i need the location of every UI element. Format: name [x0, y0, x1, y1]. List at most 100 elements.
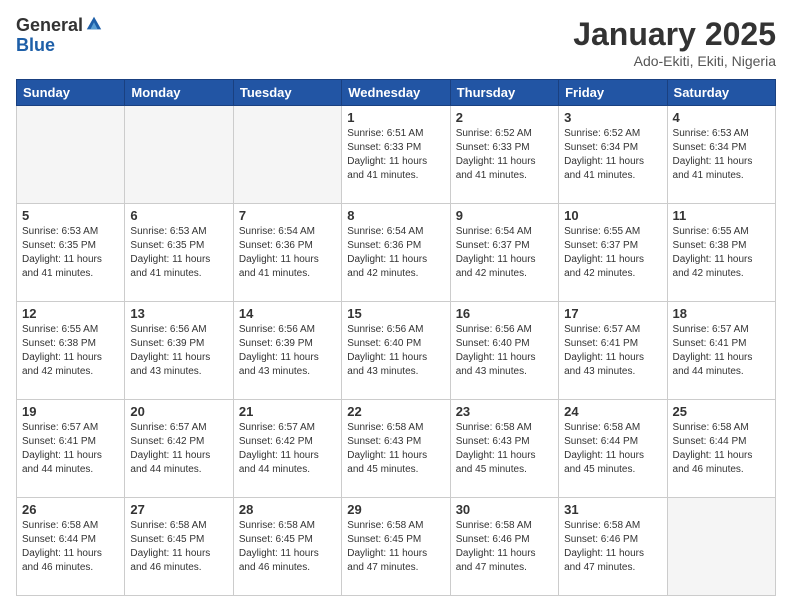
day-cell	[667, 498, 775, 596]
day-cell: 26 Sunrise: 6:58 AM Sunset: 6:44 PM Dayli…	[17, 498, 125, 596]
week-row-3: 12Sunrise: 6:55 AM Sunset: 6:38 PM Dayli…	[17, 302, 776, 400]
logo-text: General Blue	[16, 16, 103, 56]
page: General Blue January 2025 Ado-Ekiti, Eki…	[0, 0, 792, 612]
day-cell: 22 Sunrise: 6:58 AM Sunset: 6:43 PM Dayli…	[342, 400, 450, 498]
day-cell: 3 Sunrise: 6:52 AM Sunset: 6:34 PM Daylig…	[559, 106, 667, 204]
day-number: 30	[456, 502, 553, 517]
day-cell: 21 Sunrise: 6:57 AM Sunset: 6:42 PM Dayli…	[233, 400, 341, 498]
day-number: 15	[347, 306, 444, 321]
day-number: 16	[456, 306, 553, 321]
day-detail: Sunrise: 6:58 AM Sunset: 6:44 PM Dayligh…	[22, 519, 119, 575]
day-cell: 11 Sunrise: 6:55 AM Sunset: 6:38 PM Dayli…	[667, 204, 775, 302]
title-month: January 2025	[573, 16, 776, 53]
day-cell: 15 Sunrise: 6:56 AM Sunset: 6:40 PM Dayli…	[342, 302, 450, 400]
day-cell: 8Sunrise: 6:54 AM Sunset: 6:36 PM Daylig…	[342, 204, 450, 302]
day-detail: Sunrise: 6:54 AM Sunset: 6:36 PM Dayligh…	[239, 225, 336, 281]
day-cell: 1Sunrise: 6:51 AM Sunset: 6:33 PM Daylig…	[342, 106, 450, 204]
day-cell: 17Sunrise: 6:57 AM Sunset: 6:41 PM Dayli…	[559, 302, 667, 400]
day-detail: Sunrise: 6:58 AM Sunset: 6:45 PM Dayligh…	[239, 519, 336, 575]
day-number: 4	[673, 110, 770, 125]
day-detail: Sunrise: 6:57 AM Sunset: 6:41 PM Dayligh…	[22, 421, 119, 477]
col-tuesday: Tuesday	[233, 80, 341, 106]
day-detail: Sunrise: 6:57 AM Sunset: 6:41 PM Dayligh…	[564, 323, 661, 379]
day-number: 2	[456, 110, 553, 125]
header: General Blue January 2025 Ado-Ekiti, Eki…	[16, 16, 776, 69]
day-number: 12	[22, 306, 119, 321]
col-sunday: Sunday	[17, 80, 125, 106]
logo-blue: Blue	[16, 36, 103, 56]
day-number: 3	[564, 110, 661, 125]
day-detail: Sunrise: 6:58 AM Sunset: 6:43 PM Dayligh…	[347, 421, 444, 477]
day-cell: 6 Sunrise: 6:53 AM Sunset: 6:35 PM Daylig…	[125, 204, 233, 302]
day-detail: Sunrise: 6:53 AM Sunset: 6:35 PM Dayligh…	[130, 225, 227, 281]
day-cell: 9 Sunrise: 6:54 AM Sunset: 6:37 PM Daylig…	[450, 204, 558, 302]
day-cell: 7 Sunrise: 6:54 AM Sunset: 6:36 PM Daylig…	[233, 204, 341, 302]
day-detail: Sunrise: 6:53 AM Sunset: 6:35 PM Dayligh…	[22, 225, 119, 281]
day-detail: Sunrise: 6:52 AM Sunset: 6:34 PM Dayligh…	[564, 127, 661, 183]
header-row: Sunday Monday Tuesday Wednesday Thursday…	[17, 80, 776, 106]
day-detail: Sunrise: 6:51 AM Sunset: 6:33 PM Dayligh…	[347, 127, 444, 183]
week-row-1: 1Sunrise: 6:51 AM Sunset: 6:33 PM Daylig…	[17, 106, 776, 204]
day-detail: Sunrise: 6:57 AM Sunset: 6:42 PM Dayligh…	[239, 421, 336, 477]
calendar-table: Sunday Monday Tuesday Wednesday Thursday…	[16, 79, 776, 596]
day-number: 28	[239, 502, 336, 517]
day-number: 6	[130, 208, 227, 223]
day-cell: 25 Sunrise: 6:58 AM Sunset: 6:44 PM Dayli…	[667, 400, 775, 498]
day-detail: Sunrise: 6:57 AM Sunset: 6:41 PM Dayligh…	[673, 323, 770, 379]
day-number: 25	[673, 404, 770, 419]
day-cell: 27Sunrise: 6:58 AM Sunset: 6:45 PM Dayli…	[125, 498, 233, 596]
logo: General Blue	[16, 16, 103, 56]
day-number: 8	[347, 208, 444, 223]
day-number: 21	[239, 404, 336, 419]
day-cell: 12Sunrise: 6:55 AM Sunset: 6:38 PM Dayli…	[17, 302, 125, 400]
day-detail: Sunrise: 6:55 AM Sunset: 6:38 PM Dayligh…	[673, 225, 770, 281]
day-detail: Sunrise: 6:57 AM Sunset: 6:42 PM Dayligh…	[130, 421, 227, 477]
day-detail: Sunrise: 6:52 AM Sunset: 6:33 PM Dayligh…	[456, 127, 553, 183]
day-cell: 5 Sunrise: 6:53 AM Sunset: 6:35 PM Daylig…	[17, 204, 125, 302]
day-detail: Sunrise: 6:58 AM Sunset: 6:45 PM Dayligh…	[130, 519, 227, 575]
day-number: 7	[239, 208, 336, 223]
day-number: 26	[22, 502, 119, 517]
day-number: 22	[347, 404, 444, 419]
day-detail: Sunrise: 6:58 AM Sunset: 6:44 PM Dayligh…	[564, 421, 661, 477]
day-cell: 30 Sunrise: 6:58 AM Sunset: 6:46 PM Dayli…	[450, 498, 558, 596]
col-wednesday: Wednesday	[342, 80, 450, 106]
day-cell: 31Sunrise: 6:58 AM Sunset: 6:46 PM Dayli…	[559, 498, 667, 596]
col-saturday: Saturday	[667, 80, 775, 106]
day-detail: Sunrise: 6:58 AM Sunset: 6:44 PM Dayligh…	[673, 421, 770, 477]
day-number: 24	[564, 404, 661, 419]
day-cell: 4 Sunrise: 6:53 AM Sunset: 6:34 PM Daylig…	[667, 106, 775, 204]
col-friday: Friday	[559, 80, 667, 106]
day-detail: Sunrise: 6:56 AM Sunset: 6:40 PM Dayligh…	[456, 323, 553, 379]
day-detail: Sunrise: 6:58 AM Sunset: 6:46 PM Dayligh…	[456, 519, 553, 575]
day-cell: 18 Sunrise: 6:57 AM Sunset: 6:41 PM Dayli…	[667, 302, 775, 400]
day-number: 23	[456, 404, 553, 419]
day-cell	[233, 106, 341, 204]
day-detail: Sunrise: 6:56 AM Sunset: 6:39 PM Dayligh…	[130, 323, 227, 379]
col-thursday: Thursday	[450, 80, 558, 106]
day-number: 14	[239, 306, 336, 321]
day-number: 18	[673, 306, 770, 321]
day-cell	[17, 106, 125, 204]
day-detail: Sunrise: 6:54 AM Sunset: 6:37 PM Dayligh…	[456, 225, 553, 281]
title-block: January 2025 Ado-Ekiti, Ekiti, Nigeria	[573, 16, 776, 69]
title-location: Ado-Ekiti, Ekiti, Nigeria	[573, 53, 776, 69]
day-number: 31	[564, 502, 661, 517]
day-number: 5	[22, 208, 119, 223]
logo-icon	[85, 15, 103, 33]
day-cell: 2 Sunrise: 6:52 AM Sunset: 6:33 PM Daylig…	[450, 106, 558, 204]
day-cell: 29Sunrise: 6:58 AM Sunset: 6:45 PM Dayli…	[342, 498, 450, 596]
day-number: 19	[22, 404, 119, 419]
day-cell: 20Sunrise: 6:57 AM Sunset: 6:42 PM Dayli…	[125, 400, 233, 498]
col-monday: Monday	[125, 80, 233, 106]
day-number: 11	[673, 208, 770, 223]
logo-general: General	[16, 16, 83, 36]
day-detail: Sunrise: 6:53 AM Sunset: 6:34 PM Dayligh…	[673, 127, 770, 183]
day-cell: 13Sunrise: 6:56 AM Sunset: 6:39 PM Dayli…	[125, 302, 233, 400]
day-number: 9	[456, 208, 553, 223]
day-cell: 10Sunrise: 6:55 AM Sunset: 6:37 PM Dayli…	[559, 204, 667, 302]
day-cell: 16 Sunrise: 6:56 AM Sunset: 6:40 PM Dayli…	[450, 302, 558, 400]
day-cell: 14Sunrise: 6:56 AM Sunset: 6:39 PM Dayli…	[233, 302, 341, 400]
day-detail: Sunrise: 6:56 AM Sunset: 6:40 PM Dayligh…	[347, 323, 444, 379]
week-row-2: 5 Sunrise: 6:53 AM Sunset: 6:35 PM Daylig…	[17, 204, 776, 302]
